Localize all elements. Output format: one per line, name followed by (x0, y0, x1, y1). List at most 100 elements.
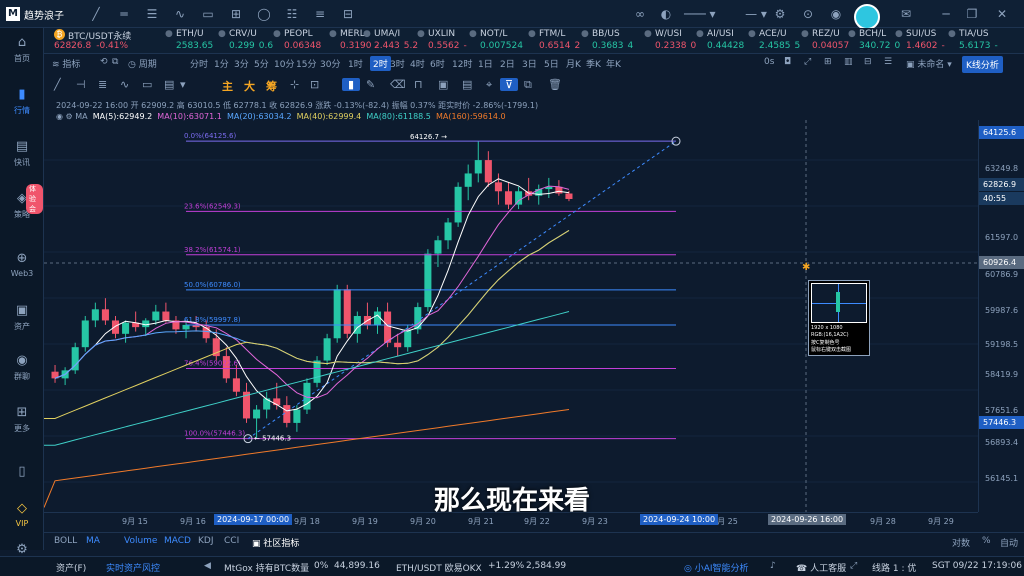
text-tool-icon[interactable]: ☷ (284, 6, 300, 22)
visibility-icon[interactable]: ◉ (828, 6, 844, 22)
indicator-kdj[interactable]: KDJ (198, 536, 214, 546)
hray-tool-icon[interactable]: ⊣ (76, 78, 86, 91)
sidebar-item-news[interactable]: ▤ 快讯 (0, 140, 44, 168)
expand-icon[interactable]: ⤢ (850, 561, 857, 571)
line-style-select[interactable]: ─── ▾ (684, 6, 744, 22)
ruler-tool-icon[interactable]: ⊟ (340, 6, 356, 22)
grid-layout-icon[interactable]: ⊟ (864, 57, 872, 67)
layout-icon[interactable]: ▥ (844, 57, 853, 67)
line-tool-icon[interactable]: ╱ (54, 78, 61, 91)
settings-icon[interactable]: ⚙ (0, 542, 44, 557)
mail-icon[interactable]: ✉ (898, 6, 914, 22)
bookmark-icon[interactable]: ▮ (342, 78, 360, 91)
timeframe-5[interactable]: 15分 (296, 57, 316, 70)
indicator-cci[interactable]: CCI (224, 536, 239, 546)
sidebar-item-chat[interactable]: ◉ 群聊 (0, 354, 44, 382)
timeframe-17[interactable]: 月K (566, 57, 581, 70)
copy-icon[interactable]: ⧉ (524, 78, 532, 92)
axis-mode-2[interactable]: 自动 (1000, 536, 1018, 549)
fullscreen-icon[interactable]: ⤢ (804, 57, 811, 67)
sidebar-item-wallet[interactable]: ▣ 资产 (0, 304, 44, 332)
restore-icon[interactable]: ❐ (964, 6, 980, 22)
timeframe-9[interactable]: 3时 (390, 57, 405, 70)
compare-icon-2[interactable]: ⧉ (112, 57, 118, 67)
indicator-boll[interactable]: BOLL (54, 536, 77, 546)
pen-icon[interactable]: ✎ (366, 78, 375, 91)
settings-icon[interactable]: ⚙ (772, 6, 788, 22)
compare-icon[interactable]: ⟲ (100, 57, 108, 67)
timeframe-7[interactable]: 1时 (348, 57, 363, 70)
camera-icon[interactable]: ◘ (784, 57, 791, 67)
hline-tool-icon[interactable]: ═ (116, 6, 132, 22)
sidebar-item-grid[interactable]: ⊞ 更多 (0, 406, 44, 434)
timeframe-3[interactable]: 5分 (254, 57, 269, 70)
timeframe-10[interactable]: 4时 (410, 57, 425, 70)
timeframe-11[interactable]: 6时 (430, 57, 445, 70)
period-button[interactable]: ◷ 周期 (128, 57, 157, 70)
indicator-button[interactable]: ≋ 指标 (52, 57, 80, 70)
close-icon[interactable]: ✕ (994, 6, 1010, 22)
timeframe-16[interactable]: 5日 (544, 57, 559, 70)
add-tool-icon[interactable]: ⊞ (228, 6, 244, 22)
ellipse-tool-icon[interactable]: ◯ (256, 6, 272, 22)
timeframe-2[interactable]: 3分 (234, 57, 249, 70)
line-width-select[interactable]: — ▾ (744, 6, 768, 22)
timeframe-8[interactable]: 2时 (370, 56, 391, 71)
asset-label[interactable]: 资产(F) (56, 561, 86, 574)
timeframe-18[interactable]: 季K (586, 57, 601, 70)
wave-tool-icon[interactable]: ∿ (172, 6, 188, 22)
pin-icon[interactable]: ⌖ (486, 78, 492, 92)
crosshair-icon[interactable]: ⊹ (290, 78, 299, 91)
link-icon[interactable]: ∞ (632, 6, 648, 22)
axis-mode-1[interactable]: % (982, 536, 991, 546)
timeframe-14[interactable]: 2日 (500, 57, 515, 70)
axis-mode-0[interactable]: 对数 (952, 536, 970, 549)
timeframe-13[interactable]: 1日 (478, 57, 493, 70)
timeframe-1[interactable]: 1分 (214, 57, 229, 70)
wave-tool-icon-2[interactable]: ∿ (120, 78, 129, 91)
indicator-volume[interactable]: Volume (124, 536, 157, 546)
indicator-ma[interactable]: MA (86, 536, 100, 546)
big-order-toggle[interactable]: 大 (244, 78, 255, 94)
ai-analysis-button[interactable]: ◎ 小AI智能分析 (684, 561, 749, 574)
channel-tool-icon[interactable]: ≣ (98, 78, 107, 91)
main-chart-toggle[interactable]: 主 (222, 78, 233, 94)
palette-icon[interactable]: ◐ (658, 6, 674, 22)
timeframe-15[interactable]: 3日 (522, 57, 537, 70)
parallel-tool-icon[interactable]: ☰ (144, 6, 160, 22)
add-window-icon[interactable]: ⊞ (824, 57, 832, 67)
timeframe-6[interactable]: 30分 (320, 57, 340, 70)
chip-toggle[interactable]: 筹 (266, 78, 277, 94)
community-indicators-button[interactable]: ▣ 社区指标 (252, 536, 299, 549)
timeframe-0[interactable]: 分时 (190, 57, 208, 70)
magnet-icon[interactable]: ⊓ (414, 78, 423, 91)
timeframe-12[interactable]: 12时 (452, 57, 472, 70)
k-analysis-button[interactable]: K线分析 (962, 56, 1003, 73)
timeframe-4[interactable]: 10分 (274, 57, 294, 70)
trash-icon[interactable]: 🗑 (548, 78, 562, 91)
ruler-icon[interactable]: ⊡ (310, 78, 319, 91)
alert-icon[interactable]: ▣ (438, 78, 448, 91)
eraser-icon[interactable]: ⌫ (390, 78, 406, 91)
risk-control-link[interactable]: 实时资产风控 (106, 561, 160, 574)
list-layout-icon[interactable]: ☰ (884, 57, 892, 67)
template-icon[interactable]: ▤ (462, 78, 472, 91)
trend-line-tool-icon[interactable]: ╱ (88, 6, 104, 22)
sound-icon[interactable]: ♪ (770, 561, 776, 571)
indicator-macd[interactable]: MACD (164, 536, 191, 546)
fib-tool-icon[interactable]: ≡ (312, 6, 328, 22)
sidebar-item-chart[interactable]: ▮ 行情 (0, 88, 44, 116)
timeframe-19[interactable]: 年K (606, 57, 621, 70)
lock-icon[interactable]: ⊙ (800, 6, 816, 22)
more-tools-icon[interactable]: ▾ (180, 78, 186, 91)
customer-service-button[interactable]: ☎ 人工客服 (796, 561, 846, 574)
rect-tool-icon-2[interactable]: ▭ (142, 78, 152, 91)
sidebar-item-web3[interactable]: ⊕ Web3 (0, 252, 44, 279)
template-select[interactable]: ▣ 未命名 ▾ (906, 57, 952, 70)
sidebar-item-home[interactable]: ⌂ 首页 (0, 36, 44, 64)
minimize-icon[interactable]: ─ (938, 6, 954, 22)
filter-icon[interactable]: ⊽ (500, 78, 518, 91)
phone-icon[interactable]: ▯ (0, 464, 44, 479)
text-tool-icon-2[interactable]: ▤ (164, 78, 174, 91)
rect-tool-icon[interactable]: ▭ (200, 6, 216, 22)
